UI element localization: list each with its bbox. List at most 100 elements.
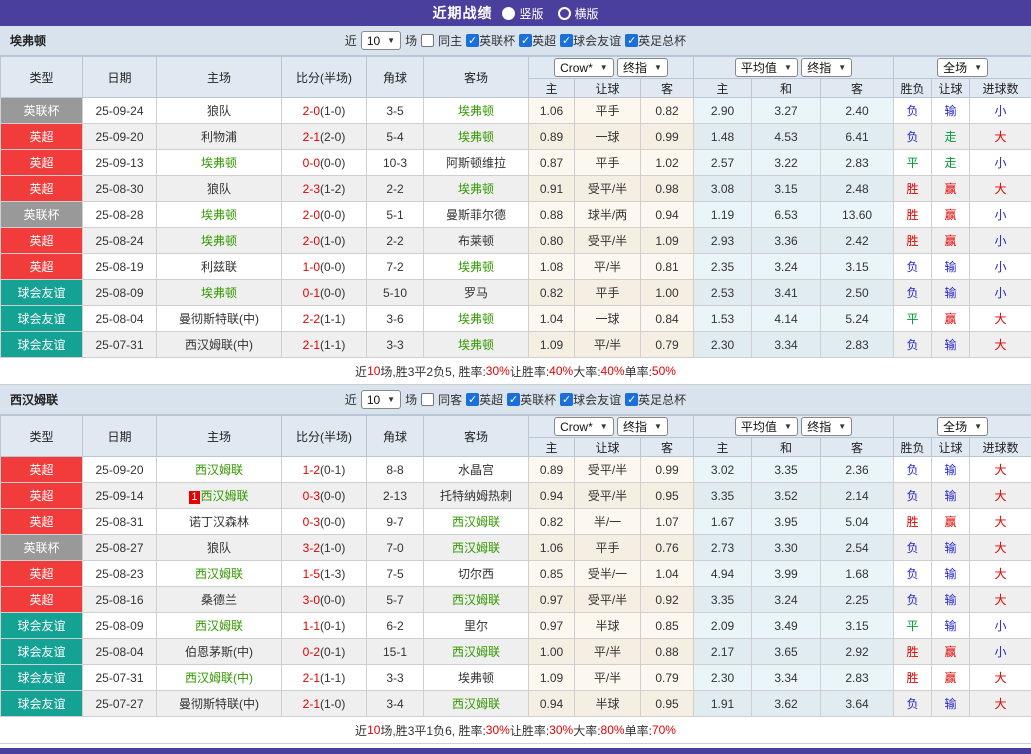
euro-home-odds: 3.08: [694, 176, 752, 202]
asian-home-odds: 0.89: [529, 457, 575, 483]
sub-draw: 和: [752, 438, 821, 457]
league-label: 英超: [532, 32, 556, 49]
sub-win: 主: [694, 438, 752, 457]
corner-count: 3-6: [367, 306, 424, 332]
score-cell: 0-3(0-0): [282, 509, 367, 535]
goals-result: 小: [970, 202, 1031, 228]
col-date: 日期: [83, 416, 157, 457]
away-team: 埃弗顿: [424, 332, 529, 358]
radio-vertical-layout[interactable]: 竖版: [502, 5, 543, 22]
same-venue-label: 同主: [438, 32, 462, 49]
league-checkbox[interactable]: ✓: [519, 34, 532, 47]
euro-home-odds: 3.35: [694, 483, 752, 509]
full-time-score: 3-2: [303, 541, 320, 555]
same-venue-checkbox[interactable]: [421, 393, 434, 406]
goals-result: 大: [970, 535, 1031, 561]
full-time-score: 2-0: [303, 104, 320, 118]
asian-away-odds: 0.79: [641, 332, 694, 358]
asian-handicap: 受半/一: [575, 561, 641, 587]
scope-select[interactable]: 全场▼: [937, 58, 988, 77]
bookmaker-select[interactable]: Crow*▼: [554, 417, 614, 436]
sub-home: 主: [529, 438, 575, 457]
euro-home-odds: 2.09: [694, 613, 752, 639]
col-type: 类型: [1, 416, 83, 457]
goals-result: 大: [970, 483, 1031, 509]
score-cell: 2-0(1-0): [282, 228, 367, 254]
wdl-result: 胜: [894, 176, 932, 202]
corner-count: 6-2: [367, 613, 424, 639]
away-team-name: 埃弗顿: [458, 260, 494, 274]
league-checkbox[interactable]: ✓: [507, 393, 520, 406]
corner-count: 3-3: [367, 665, 424, 691]
radio-unselected-icon[interactable]: [558, 7, 571, 20]
score-cell: 2-1(1-1): [282, 332, 367, 358]
league-checkbox[interactable]: ✓: [466, 34, 479, 47]
league-type-badge: 英超: [1, 176, 83, 202]
home-team-name: 伯恩茅斯(中): [185, 645, 253, 659]
home-team: 西汉姆联(中): [157, 665, 282, 691]
asian-away-odds: 0.82: [641, 98, 694, 124]
league-type-badge: 英联杯: [1, 202, 83, 228]
half-time-score: (0-1): [320, 463, 345, 477]
league-checkbox[interactable]: ✓: [625, 393, 638, 406]
euro-away-odds: 6.41: [821, 124, 894, 150]
final-odds-select[interactable]: 终指▼: [617, 58, 668, 77]
league-label: 球会友谊: [573, 32, 621, 49]
final-odds-select[interactable]: 终指▼: [801, 58, 852, 77]
league-checkbox[interactable]: ✓: [466, 393, 479, 406]
match-row: 球会友谊25-08-04伯恩茅斯(中)0-2(0-1)15-1西汉姆联1.00平…: [1, 639, 1031, 665]
euro-draw-odds: 3.24: [752, 254, 821, 280]
league-checkbox[interactable]: ✓: [625, 34, 638, 47]
corner-count: 5-1: [367, 202, 424, 228]
sub-home: 主: [529, 79, 575, 98]
match-date: 25-08-16: [83, 587, 157, 613]
league-checkbox[interactable]: ✓: [560, 393, 573, 406]
sub-win: 主: [694, 79, 752, 98]
match-date: 25-08-28: [83, 202, 157, 228]
wdl-result: 负: [894, 457, 932, 483]
wdl-result: 平: [894, 613, 932, 639]
same-venue-checkbox[interactable]: [421, 34, 434, 47]
full-time-score: 2-2: [303, 312, 320, 326]
euro-draw-odds: 3.49: [752, 613, 821, 639]
score-cell: 0-1(0-0): [282, 280, 367, 306]
league-label: 英联杯: [520, 391, 556, 408]
asian-away-odds: 0.81: [641, 254, 694, 280]
match-date: 25-07-31: [83, 332, 157, 358]
handicap-result: 赢: [932, 202, 970, 228]
corner-count: 2-2: [367, 228, 424, 254]
league-checkbox[interactable]: ✓: [560, 34, 573, 47]
recent-count-select[interactable]: 10▼: [361, 31, 401, 50]
away-team: 埃弗顿: [424, 306, 529, 332]
home-team-name: 西汉姆联: [201, 489, 249, 503]
asian-handicap: 半/一: [575, 509, 641, 535]
final-odds-select[interactable]: 终指▼: [801, 417, 852, 436]
scope-select[interactable]: 全场▼: [937, 417, 988, 436]
corner-count: 5-7: [367, 587, 424, 613]
match-row: 英超25-08-19利兹联1-0(0-0)7-2埃弗顿1.08平/半0.812.…: [1, 254, 1031, 280]
final-odds-select[interactable]: 终指▼: [617, 417, 668, 436]
average-select[interactable]: 平均值▼: [735, 417, 798, 436]
asian-handicap: 平手: [575, 150, 641, 176]
asian-handicap: 一球: [575, 124, 641, 150]
full-time-score: 1-1: [303, 619, 320, 633]
sub-handicap: 让球: [575, 79, 641, 98]
radio-selected-icon[interactable]: [502, 7, 515, 20]
half-time-score: (1-2): [320, 182, 345, 196]
euro-draw-odds: 3.99: [752, 561, 821, 587]
half-time-score: (0-0): [320, 260, 345, 274]
full-time-score: 0-3: [303, 489, 320, 503]
match-date: 25-08-04: [83, 639, 157, 665]
home-team: 诺丁汉森林: [157, 509, 282, 535]
recent-count-select[interactable]: 10▼: [361, 390, 401, 409]
average-select[interactable]: 平均值▼: [735, 58, 798, 77]
match-row: 英超25-08-16桑德兰3-0(0-0)5-7西汉姆联0.97受平/半0.92…: [1, 587, 1031, 613]
asian-home-odds: 0.82: [529, 280, 575, 306]
half-time-score: (0-0): [320, 208, 345, 222]
asian-away-odds: 0.88: [641, 639, 694, 665]
home-team: 西汉姆联: [157, 561, 282, 587]
home-team-name: 曼彻斯特联(中): [179, 697, 259, 711]
wdl-result: 负: [894, 483, 932, 509]
radio-horizontal-layout[interactable]: 横版: [558, 5, 599, 22]
bookmaker-select[interactable]: Crow*▼: [554, 58, 614, 77]
